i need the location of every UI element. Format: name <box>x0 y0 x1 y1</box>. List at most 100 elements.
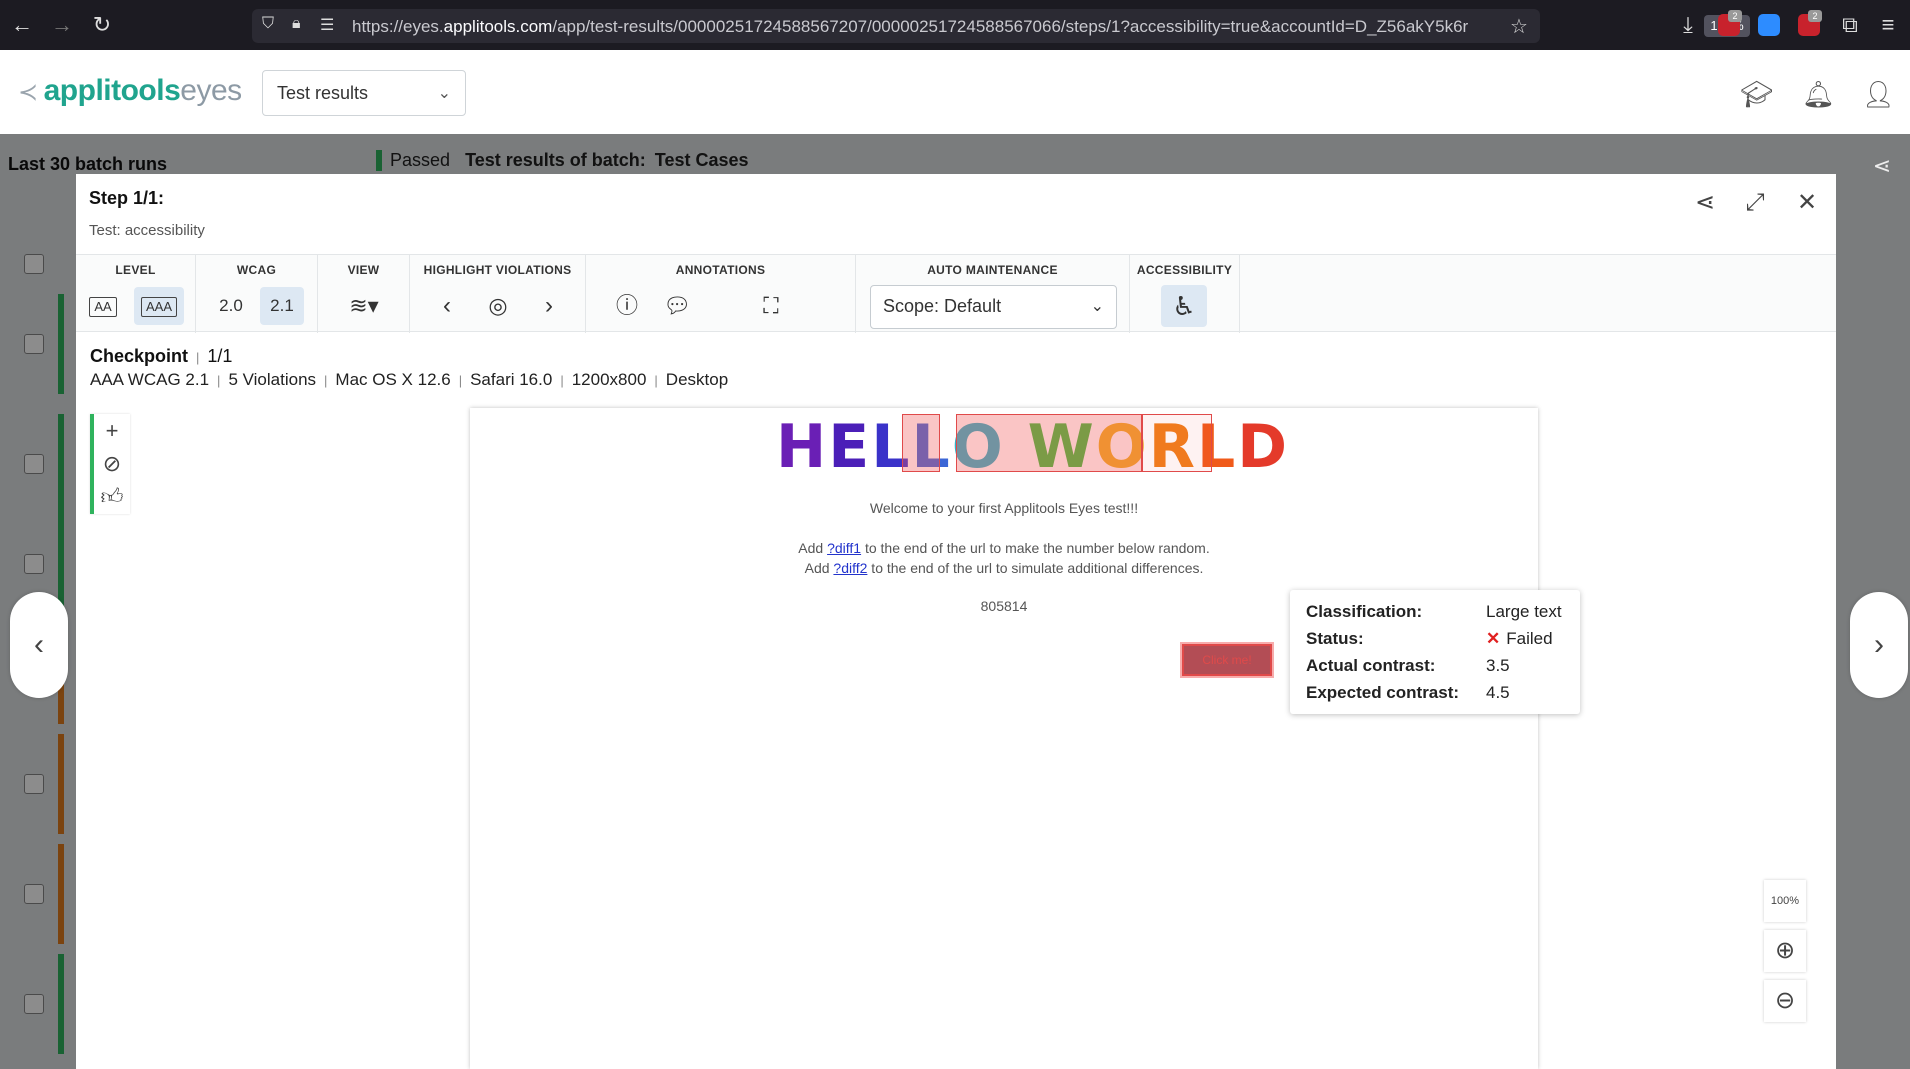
extension-badge-1: 2 <box>1728 10 1742 22</box>
step-title: Step 1/1: <box>89 188 165 208</box>
checkpoint-label: Checkpoint <box>90 346 189 366</box>
alert-icon[interactable]: ⓘ <box>610 287 644 325</box>
lock-icon[interactable]: 🔒︎ <box>292 15 301 33</box>
bookmark-star-icon[interactable]: ☆ <box>1510 14 1528 39</box>
step-modal: Step 1/1: Test: accessibility ⋖ ⤢ ✕ LEVE… <box>76 174 1836 1069</box>
next-violation-icon[interactable]: › <box>534 287 564 325</box>
browser-toolbar: ← → ↻ ⛉ 🔒︎ ☰ https://eyes.applitools.com… <box>0 0 1910 50</box>
zoom-in-icon[interactable]: ⊕ <box>1764 930 1806 972</box>
accessibility-label: ACCESSIBILITY <box>1136 263 1233 277</box>
back-icon[interactable]: ← <box>10 13 34 37</box>
prev-violation-icon[interactable]: ‹ <box>432 287 462 325</box>
tooltip-row: Expected contrast: 4.5 <box>1306 683 1564 710</box>
level-group: LEVEL AA AAA <box>76 255 196 333</box>
bell-icon[interactable]: 🔔︎ <box>1802 78 1835 110</box>
downloads-icon[interactable]: ⤓ <box>1676 13 1700 37</box>
url-prefix: https://eyes. <box>352 17 444 36</box>
classification-value: Large text <box>1486 602 1562 621</box>
violation-region[interactable] <box>902 414 940 472</box>
test-results-select-value: Test results <box>277 83 369 103</box>
view-group: VIEW ≋▾ <box>318 255 410 333</box>
fit-100-icon[interactable]: 100% <box>1764 880 1806 922</box>
url-host: applitools.com <box>443 17 553 36</box>
tooltip-row: Classification: Large text <box>1306 602 1564 629</box>
thumbs-up-icon[interactable]: 👍︎ <box>94 480 130 513</box>
extension-badge-2: 2 <box>1808 10 1822 22</box>
checkpoint-violations: 5 Violations <box>228 370 317 389</box>
logo-subtext: eyes <box>180 74 242 107</box>
line1-suffix: to the end of the url to make the number… <box>861 540 1210 556</box>
diff2-link[interactable]: ?diff2 <box>833 560 867 576</box>
failed-x-icon: ✕ <box>1486 629 1501 648</box>
auto-maintenance-group: AUTO MAINTENANCE Scope: Default ⌄ <box>856 255 1130 333</box>
checkpoint-os: Mac OS X 12.6 <box>335 370 451 389</box>
expected-contrast-value: 4.5 <box>1486 683 1510 702</box>
plus-icon[interactable]: + <box>94 414 130 447</box>
tooltip-row: Actual contrast: 3.5 <box>1306 656 1564 683</box>
checkpoint-standard: AAA WCAG 2.1 <box>90 370 210 389</box>
violation-region-hovered[interactable] <box>1142 414 1212 472</box>
highlight-group: HIGHLIGHT VIOLATIONS ‹ ◎ › <box>410 255 586 333</box>
checkpoint-tools: + ⊘ 👍︎ <box>90 414 130 514</box>
forward-icon[interactable]: → <box>50 13 74 37</box>
wcag-2-1-button[interactable]: 2.1 <box>260 287 304 325</box>
level-aa-button[interactable]: AA <box>84 287 122 325</box>
menu-icon[interactable]: ≡ <box>1876 13 1900 37</box>
expand-icon[interactable]: ⤢ <box>1740 188 1770 218</box>
logo-text: applitools <box>43 74 181 107</box>
extensions-puzzle-icon[interactable]: ⧉ <box>1838 13 1862 37</box>
checkpoint-browser: Safari 16.0 <box>470 370 553 389</box>
classification-key: Classification: <box>1306 602 1423 621</box>
instruction-line-1: Add ?diff1 to the end of the url to make… <box>470 540 1538 556</box>
target-icon[interactable]: ◎ <box>482 287 514 325</box>
region-select-icon[interactable]: ⛶ <box>754 287 788 325</box>
zoom-extension-icon[interactable] <box>1758 14 1780 36</box>
tooltip-row: Status: ✕ Failed <box>1306 629 1564 656</box>
test-results-select[interactable]: Test results ⌄ <box>262 70 466 116</box>
scope-select[interactable]: Scope: Default ⌄ <box>870 285 1117 329</box>
close-icon[interactable]: ✕ <box>1792 188 1822 218</box>
violation-region[interactable] <box>956 414 1142 472</box>
line1-prefix: Add <box>798 540 828 556</box>
address-bar[interactable]: ⛉ 🔒︎ ☰ https://eyes.applitools.com/app/t… <box>252 9 1750 43</box>
hello-letter: E <box>828 412 872 482</box>
layers-view-icon[interactable]: ≋▾ <box>336 287 392 325</box>
chevron-down-icon: ⌄ <box>1090 298 1104 315</box>
logo-mark-icon: ≺ <box>18 79 38 106</box>
step-subtitle: Test: accessibility <box>89 222 205 239</box>
click-me-button[interactable]: Click me! <box>1182 644 1272 676</box>
level-aaa-button[interactable]: AAA <box>134 287 184 325</box>
separator: | <box>196 350 200 365</box>
accessibility-off-icon[interactable]: ⊘ <box>94 447 130 480</box>
level-label: LEVEL <box>115 263 156 277</box>
status-key: Status: <box>1306 629 1364 648</box>
accessibility-icon[interactable]: ♿︎ <box>1161 285 1207 327</box>
user-settings-icon[interactable]: 👤︎ <box>1862 78 1895 110</box>
reload-icon[interactable]: ↻ <box>90 13 114 37</box>
share-icon[interactable]: ⋖ <box>1866 150 1898 182</box>
checkpoint-device: Desktop <box>665 370 729 389</box>
graduation-cap-icon[interactable]: 🎓︎ <box>1740 78 1773 110</box>
instruction-line-2: Add ?diff2 to the end of the url to simu… <box>470 560 1538 576</box>
prev-step-arrow[interactable]: ‹ <box>10 592 68 698</box>
url-text[interactable]: https://eyes.applitools.com/app/test-res… <box>352 17 1682 37</box>
shield-icon[interactable]: ⛉ <box>262 15 274 33</box>
wcag-group: WCAG 2.0 2.1 <box>196 255 318 333</box>
chevron-down-icon: ⌄ <box>437 85 451 102</box>
diff1-link[interactable]: ?diff1 <box>827 540 861 556</box>
share-icon[interactable]: ⋖ <box>1690 188 1720 218</box>
wcag-2-0-button[interactable]: 2.0 <box>210 287 252 325</box>
level-aaa-label: AAA <box>140 296 177 317</box>
permissions-icon[interactable]: ☰ <box>320 15 334 35</box>
wcag-label: WCAG <box>236 263 277 277</box>
expected-contrast-key: Expected contrast: <box>1306 683 1460 702</box>
step-toolbar: LEVEL AA AAA WCAG 2.0 2.1 VIEW ≋▾ HIGHLI… <box>76 254 1836 333</box>
next-step-arrow[interactable]: › <box>1850 592 1908 698</box>
checkpoint-screenshot[interactable]: HELLO WORLD Welcome to your first Applit… <box>470 408 1538 1069</box>
applitools-logo[interactable]: ≺ applitoolseyes <box>18 74 242 108</box>
comment-icon[interactable]: 💬︎ <box>660 287 694 325</box>
actual-contrast-key: Actual contrast: <box>1306 656 1436 675</box>
checkpoint-count: 1/1 <box>207 346 233 366</box>
line2-prefix: Add <box>804 560 834 576</box>
zoom-out-icon[interactable]: ⊖ <box>1764 980 1806 1022</box>
